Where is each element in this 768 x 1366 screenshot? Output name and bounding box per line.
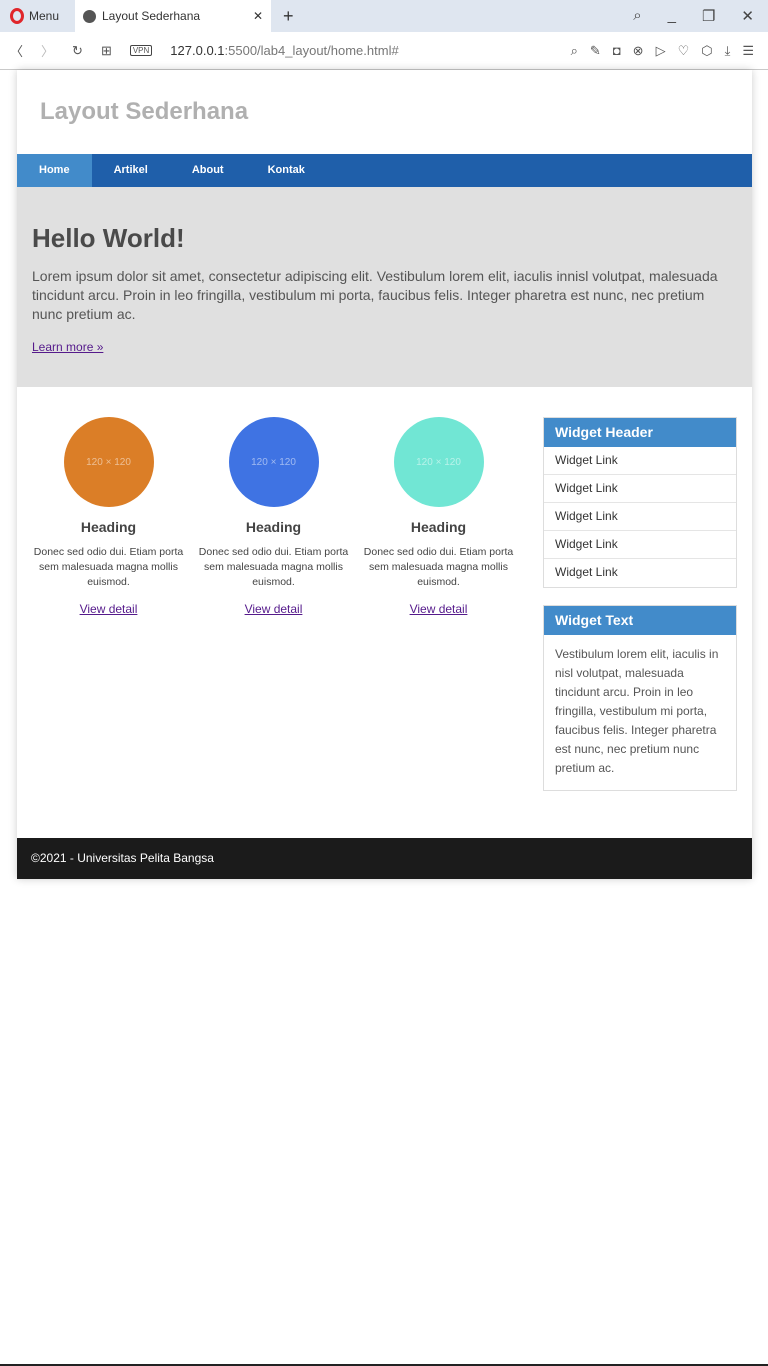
widget-link[interactable]: Widget Link — [544, 559, 736, 587]
menu-label: Menu — [29, 9, 60, 23]
send-icon[interactable]: ▷ — [656, 43, 666, 59]
view-detail-link[interactable]: View detail — [80, 602, 138, 616]
opera-logo-icon — [10, 8, 24, 24]
card-text: Donec sed odio dui. Etiam porta sem male… — [363, 546, 514, 588]
opera-menu-button[interactable]: Menu — [0, 8, 75, 24]
view-detail-link[interactable]: View detail — [410, 602, 468, 616]
camera-icon[interactable]: ◘ — [613, 43, 621, 59]
widget-body: Vestibulum lorem elit, iaculis in nisl v… — [555, 647, 719, 775]
back-button[interactable]: 〈 — [10, 41, 23, 60]
new-tab-button[interactable]: + — [283, 6, 294, 27]
hero: Hello World! Lorem ipsum dolor sit amet,… — [17, 187, 752, 387]
widget-link[interactable]: Widget Link — [544, 531, 736, 559]
card: 120 × 120 Heading Donec sed odio dui. Etia… — [356, 417, 521, 808]
zoom-icon[interactable]: ⌕ — [571, 43, 578, 59]
download-icon[interactable]: ⤓ — [725, 43, 731, 59]
nav-about[interactable]: About — [170, 154, 246, 187]
placeholder-image: 120 × 120 — [228, 417, 319, 507]
nav-artikel[interactable]: Artikel — [92, 154, 170, 187]
settings-icon[interactable]: ☰ — [742, 43, 754, 59]
main-nav: Home Artikel About Kontak — [17, 154, 752, 187]
close-tab-icon[interactable]: ✕ — [253, 9, 263, 23]
card-heading: Heading — [245, 519, 302, 535]
hero-text: Lorem ipsum dolor sit amet, consectetur … — [32, 268, 718, 322]
hero-title: Hello World! — [32, 223, 185, 253]
close-window-button[interactable]: ✕ — [741, 7, 754, 25]
nav-kontak[interactable]: Kontak — [246, 154, 327, 187]
placeholder-image: 120 × 120 — [63, 417, 154, 507]
widget-link[interactable]: Widget Link — [544, 475, 736, 503]
view-detail-link[interactable]: View detail — [245, 602, 303, 616]
edit-icon[interactable]: ✎ — [590, 43, 601, 59]
heart-icon[interactable]: ♡ — [678, 43, 690, 59]
cube-icon[interactable]: ⬡ — [701, 43, 712, 59]
widget-header: Widget Header — [544, 418, 736, 447]
page-container: Layout Sederhana Home Artikel About Kont… — [17, 70, 752, 879]
vpn-badge[interactable]: VPN — [129, 45, 153, 56]
browser-tab-bar: Menu Layout Sederhana ✕ + ⌕ _ ❐ ✕ — [0, 0, 768, 32]
site-title: Layout Sederhana — [40, 98, 249, 125]
widget-link[interactable]: Widget Link — [544, 447, 736, 475]
widget-links: Widget Header Widget Link Widget Link Wi… — [543, 417, 737, 588]
card-text: Donec sed odio dui. Etiam porta sem male… — [33, 546, 184, 588]
address-bar: 〈 〉 ↻ ⊞ VPN 127.0.0.1:5500/lab4_layout/h… — [0, 32, 768, 70]
url-path: :5500/lab4_layout/home.html# — [224, 43, 399, 58]
placeholder-image: 120 × 120 — [393, 417, 484, 507]
card-heading: Heading — [410, 519, 467, 535]
adblock-icon[interactable]: ⊗ — [633, 43, 644, 59]
widget-header: Widget Text — [544, 606, 736, 635]
speed-dial-icon[interactable]: ⊞ — [101, 43, 112, 59]
url-host: 127.0.0.1 — [170, 43, 225, 58]
tab-title: Layout Sederhana — [102, 9, 201, 23]
search-tabs-icon[interactable]: ⌕ — [633, 7, 641, 25]
learn-more-link[interactable]: Learn more » — [32, 340, 103, 354]
card: 120 × 120 Heading Donec sed odio dui. Etia… — [191, 417, 356, 808]
widget-text: Widget Text Vestibulum lorem elit, iacul… — [543, 605, 737, 791]
card-heading: Heading — [80, 519, 137, 535]
restore-button[interactable]: ❐ — [702, 7, 715, 25]
globe-icon — [83, 9, 96, 23]
minimize-button[interactable]: _ — [668, 7, 676, 25]
card: 120 × 120 Heading Donec sed odio dui. Etia… — [26, 417, 191, 808]
nav-home[interactable]: Home — [17, 154, 92, 187]
footer: ©2021 - Universitas Pelita Bangsa — [17, 838, 752, 879]
card-text: Donec sed odio dui. Etiam porta sem male… — [198, 546, 349, 588]
widget-link[interactable]: Widget Link — [544, 503, 736, 531]
sidebar: Widget Header Widget Link Widget Link Wi… — [543, 417, 737, 808]
reload-button[interactable]: ↻ — [72, 43, 83, 59]
browser-tab[interactable]: Layout Sederhana ✕ — [75, 0, 271, 32]
forward-button[interactable]: 〉 — [41, 41, 54, 60]
url-field[interactable]: 127.0.0.1:5500/lab4_layout/home.html# — [170, 43, 398, 58]
